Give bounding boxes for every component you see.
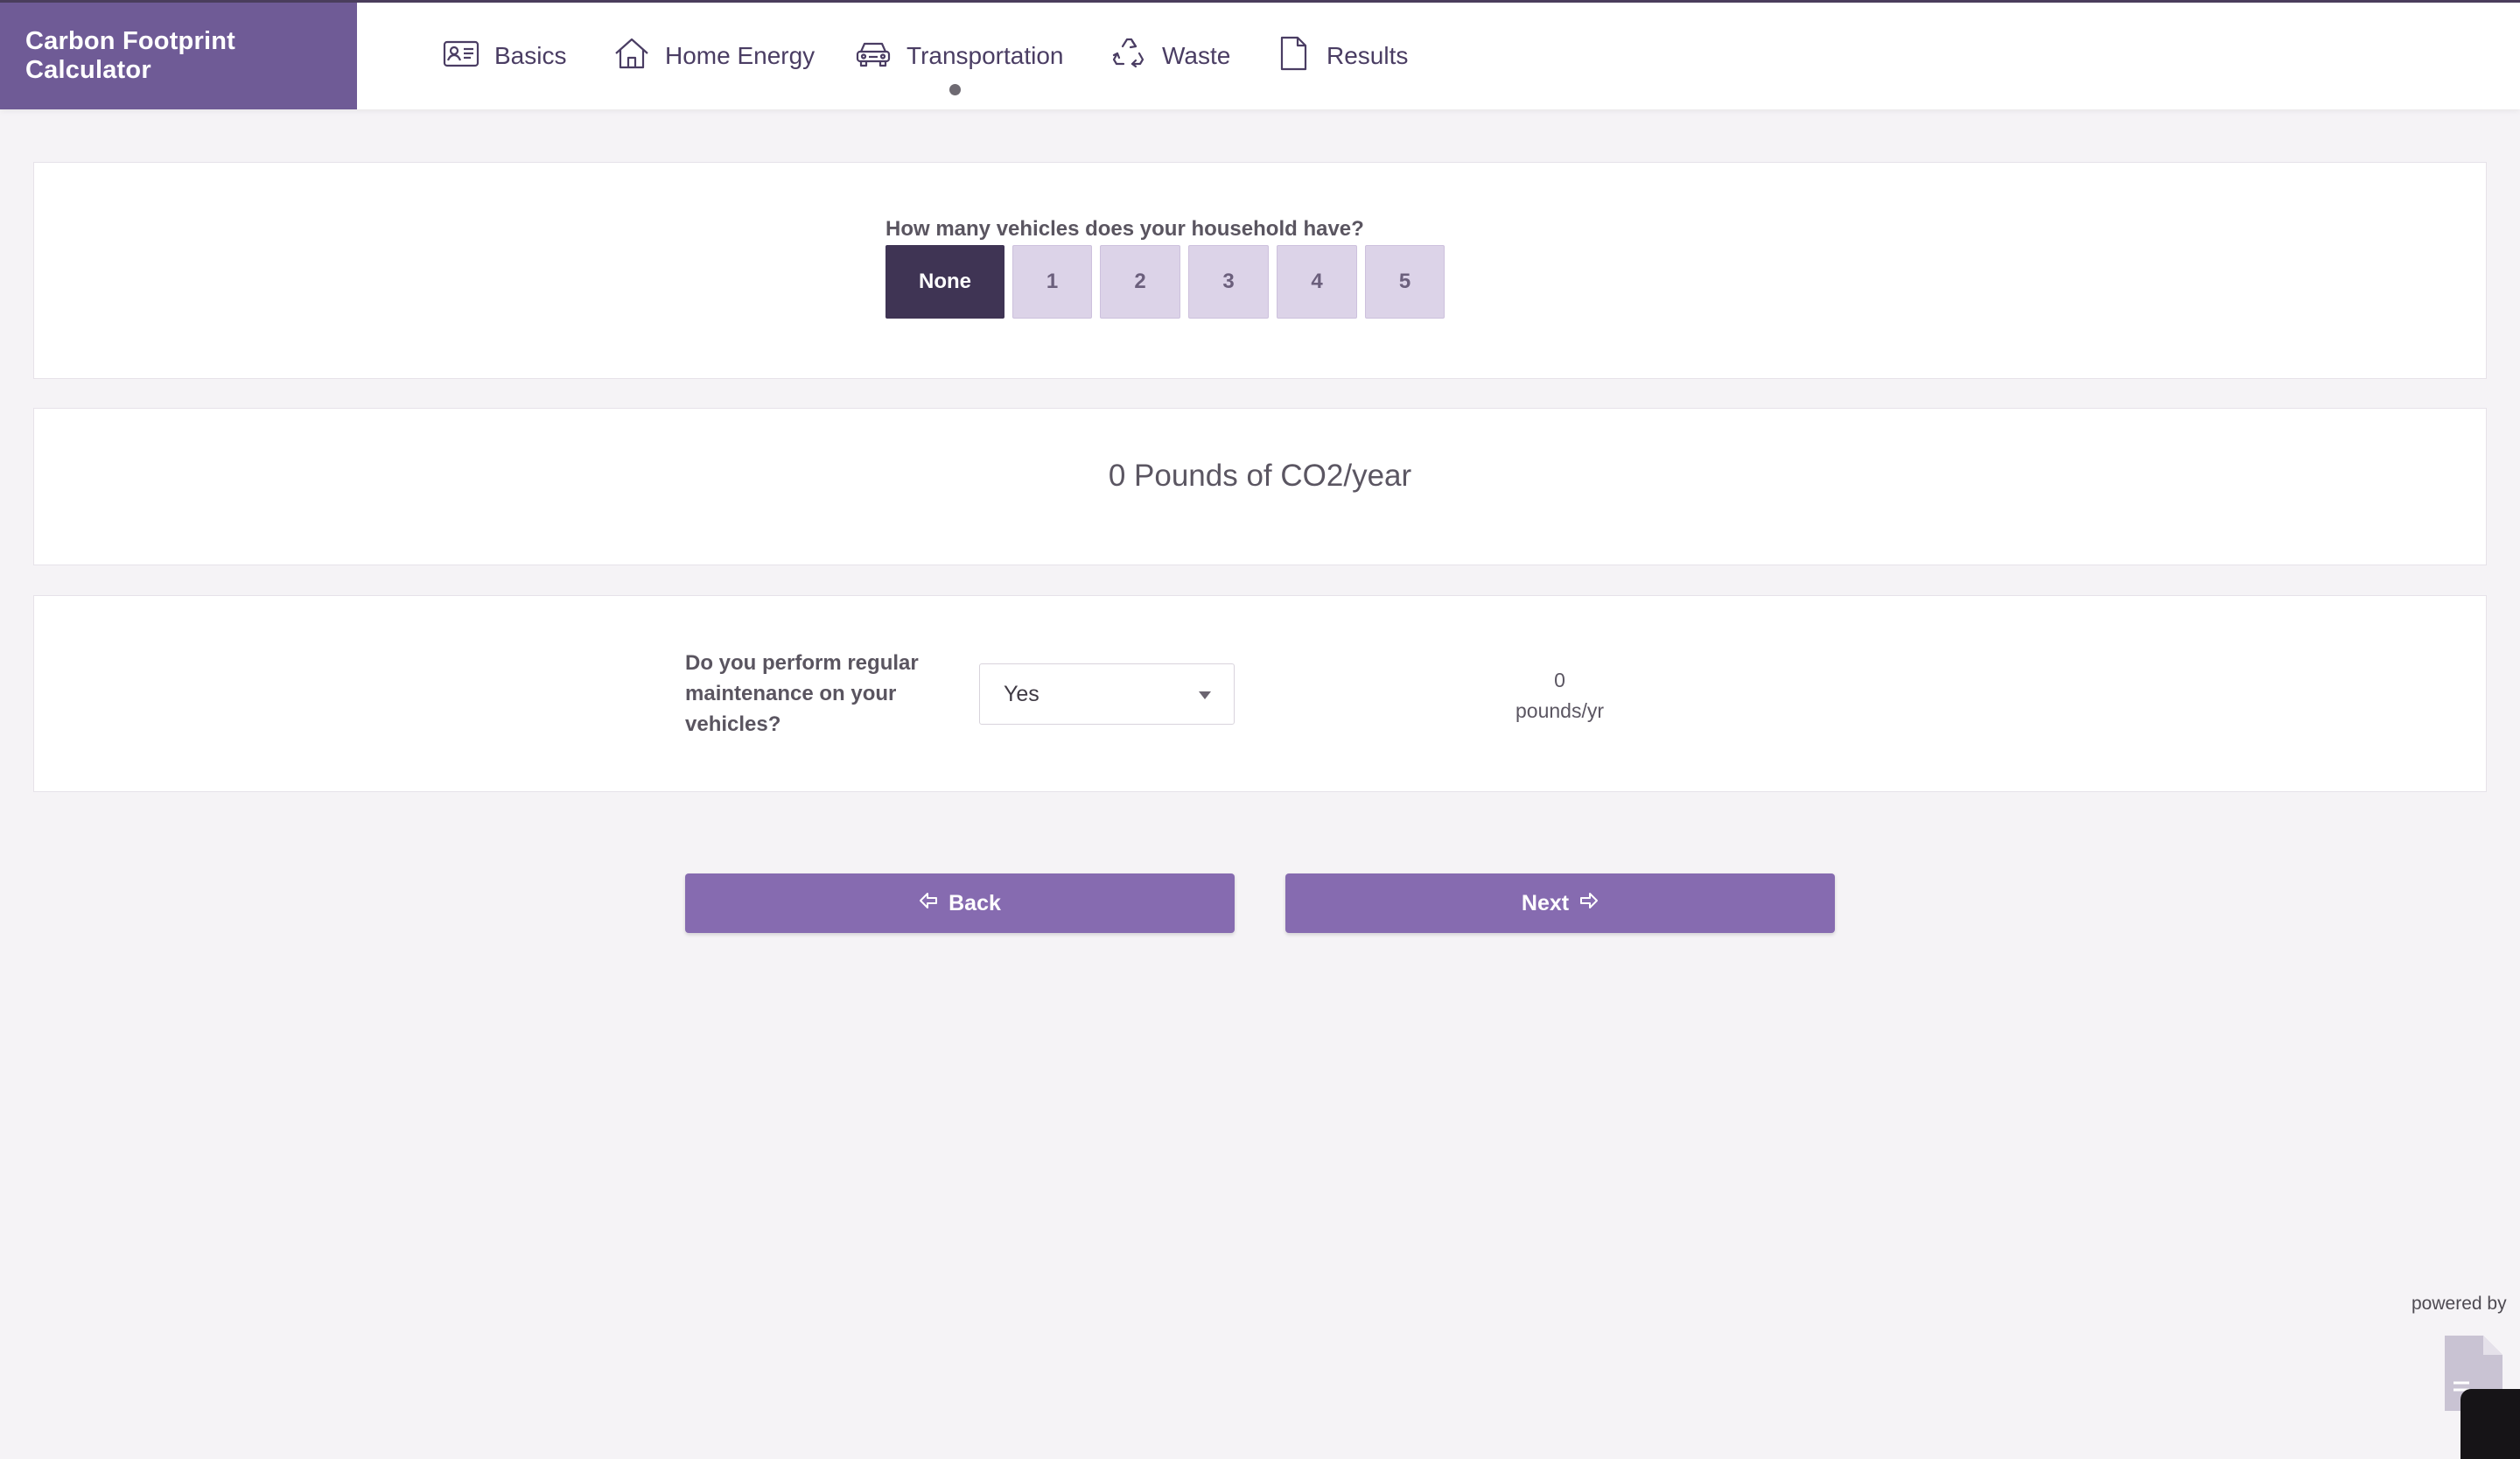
maintenance-select[interactable]: Yes	[979, 663, 1235, 725]
back-button[interactable]: Back	[685, 873, 1235, 933]
top-navigation-bar: Carbon Footprint Calculator Basics Home …	[0, 0, 2520, 109]
document-icon	[1274, 34, 1312, 79]
corner-overlay	[2460, 1389, 2520, 1459]
active-tab-indicator	[949, 84, 961, 95]
app-title: Carbon Footprint Calculator	[0, 3, 357, 109]
tab-label: Basics	[494, 42, 567, 69]
total-emissions-text: 0 Pounds of CO2/year	[1108, 459, 1412, 493]
tab-home-energy[interactable]: Home Energy	[612, 3, 815, 109]
vehicle-option-1[interactable]: 1	[1012, 245, 1092, 319]
house-icon	[612, 34, 651, 79]
tab-label: Home Energy	[665, 42, 816, 69]
vehicle-option-4[interactable]: 4	[1277, 245, 1357, 319]
arrow-left-icon	[919, 891, 938, 916]
vehicle-option-5[interactable]: 5	[1365, 245, 1445, 319]
maintenance-result-unit: pounds/yr	[1515, 699, 1604, 722]
maintenance-result: 0 pounds/yr	[1418, 665, 1702, 726]
recycle-icon	[1110, 34, 1148, 79]
maintenance-question: Do you perform regular maintenance on yo…	[685, 651, 919, 736]
tab-results[interactable]: Results	[1274, 3, 1408, 109]
vehicle-option-none[interactable]: None	[886, 245, 1004, 319]
vehicle-option-3[interactable]: 3	[1188, 245, 1269, 319]
maintenance-selected-value: Yes	[1004, 681, 1040, 706]
caret-down-icon	[1199, 691, 1211, 699]
tab-waste[interactable]: Waste	[1110, 3, 1230, 109]
maintenance-result-value: 0	[1554, 669, 1565, 691]
id-card-icon	[442, 34, 480, 79]
arrow-right-icon	[1579, 891, 1599, 916]
powered-by-text: powered by	[2412, 1294, 2507, 1314]
tab-basics[interactable]: Basics	[442, 3, 566, 109]
vehicles-question: How many vehicles does your household ha…	[886, 217, 1364, 241]
next-button-label: Next	[1521, 890, 1570, 915]
next-button[interactable]: Next	[1285, 873, 1835, 933]
maintenance-card	[33, 595, 2487, 792]
car-icon	[854, 34, 892, 79]
tab-label: Waste	[1162, 42, 1231, 69]
back-button-label: Back	[948, 890, 1001, 915]
vehicle-option-2[interactable]: 2	[1100, 245, 1180, 319]
tab-label: Transportation	[906, 42, 1064, 69]
tab-label: Results	[1326, 42, 1409, 69]
